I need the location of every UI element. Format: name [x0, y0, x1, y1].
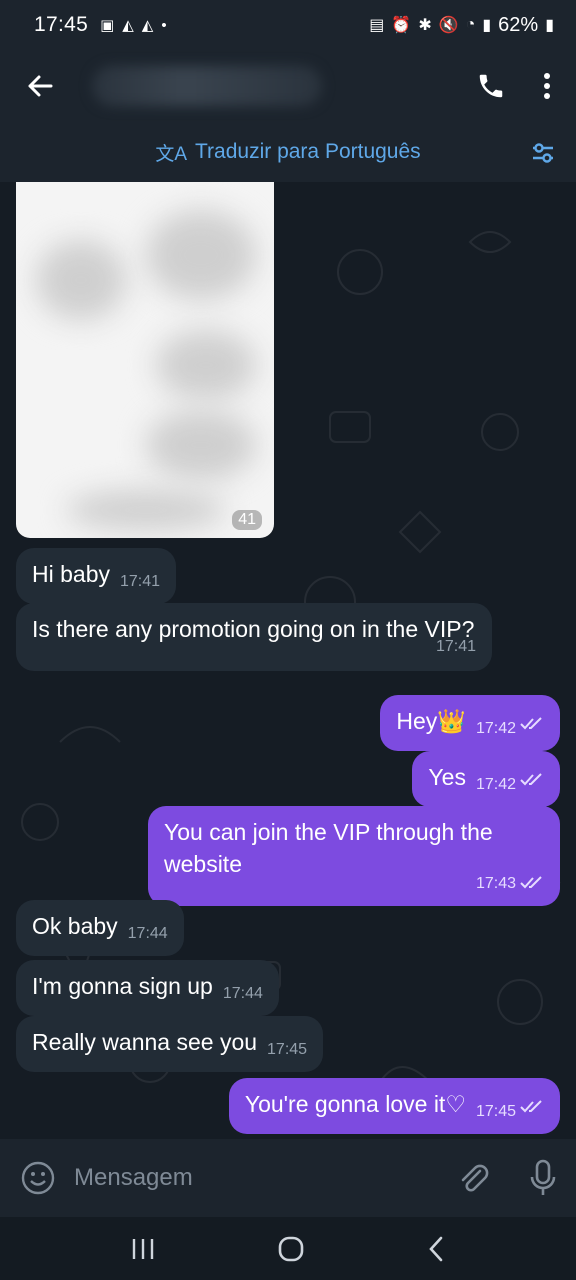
message-incoming[interactable]: Hi baby 17:41 [16, 548, 177, 604]
gallery-icon: ▣ [100, 17, 115, 34]
wifi-icon: ◔ [465, 16, 476, 33]
message-composer: Mensagem [0, 1139, 576, 1217]
message-text: Ok baby [32, 913, 118, 939]
translate-label[interactable]: Traduzir para Português [195, 140, 421, 164]
phone-call-button[interactable] [476, 71, 506, 101]
status-bar: 17:45 ▣ ◭ ◭ • ▤ ⏰ ✱ 🔇 ◔ ▮ 62% ▮ [0, 0, 576, 50]
back-arrow-icon [28, 75, 53, 97]
message-incoming[interactable]: Is there any promotion going on in the V… [16, 603, 492, 671]
message-outgoing[interactable]: Yes 17:42 [412, 751, 560, 807]
chat-header [0, 50, 576, 122]
translate-bar[interactable]: 文A Traduzir para Português [0, 122, 576, 182]
message-incoming[interactable]: Really wanna see you 17:45 [16, 1016, 324, 1072]
signal-icon: ▮ [482, 17, 492, 34]
more-options-button[interactable] [542, 72, 552, 100]
chat-area[interactable]: 41 Hi baby 17:41 Is there any promotion g… [0, 182, 576, 1139]
message-time: 17:45 [267, 1041, 308, 1058]
message-incoming[interactable]: Ok baby 17:44 [16, 900, 184, 956]
message-time: 17:42 [475, 776, 516, 793]
message-text: Hi baby [32, 561, 110, 587]
game-icon: ◭ [122, 17, 134, 34]
message-time: 17:44 [127, 925, 168, 942]
read-checkmarks-icon [520, 717, 542, 730]
message-outgoing[interactable]: You can join the VIP through the website… [148, 806, 560, 906]
mute-icon: 🔇 [438, 17, 459, 34]
read-checkmarks-icon [520, 876, 542, 889]
system-icons: ▤ ⏰ ✱ 🔇 ◔ ▮ 62% ▮ [369, 14, 554, 37]
battery-icon: ▮ [545, 17, 554, 34]
message-input[interactable]: Mensagem [74, 1164, 193, 1192]
battery-percent: 62% [498, 13, 539, 36]
message-outgoing[interactable]: You're gonna love it♡ 17:45 [228, 1078, 560, 1134]
attach-button[interactable] [456, 1161, 490, 1195]
message-text: Really wanna see you [32, 1029, 258, 1055]
translate-icon: 文A [155, 143, 187, 165]
read-checkmarks-icon [520, 773, 542, 786]
photo-message[interactable]: 41 [16, 182, 274, 538]
alarm-icon: ⏰ [391, 17, 412, 34]
read-checkmarks-icon [520, 1100, 542, 1113]
back-button[interactable] [18, 64, 62, 108]
message-outgoing[interactable]: Hey👑 17:42 [380, 695, 560, 751]
bluetooth-icon: ✱ [418, 17, 432, 34]
message-time: 17:44 [222, 985, 263, 1002]
contact-name-redacted[interactable] [92, 66, 322, 106]
message-time: 17:42 [475, 720, 516, 737]
storage-icon: ▤ [369, 17, 385, 34]
photo-timestamp: 41 [232, 510, 262, 530]
message-text: Hey👑 [396, 708, 466, 734]
microphone-button[interactable] [530, 1159, 556, 1197]
message-time: 17:45 [475, 1103, 516, 1120]
message-time: 17:41 [119, 573, 161, 590]
home-button[interactable] [277, 1235, 305, 1263]
translate-settings-icon[interactable] [530, 140, 556, 166]
message-time: 17:43 [475, 875, 516, 892]
message-text: I'm gonna sign up [32, 973, 213, 999]
system-nav-bar [0, 1217, 576, 1280]
recent-apps-button[interactable] [130, 1237, 156, 1261]
message-incoming[interactable]: I'm gonna sign up 17:44 [16, 960, 279, 1016]
game-icon-2: ◭ [141, 17, 154, 34]
message-text: You can join the VIP through the website [164, 819, 493, 877]
dot-icon: • [161, 16, 167, 34]
back-nav-button[interactable] [426, 1235, 446, 1263]
notification-icons: ▣ ◭ ◭ • [100, 16, 167, 35]
emoji-button[interactable] [20, 1160, 56, 1196]
message-time: 17:41 [435, 638, 476, 655]
status-time: 17:45 [34, 13, 89, 36]
message-text: Yes [428, 764, 466, 790]
message-text: Is there any promotion going on in the V… [32, 616, 475, 642]
message-text: You're gonna love it♡ [244, 1091, 466, 1117]
